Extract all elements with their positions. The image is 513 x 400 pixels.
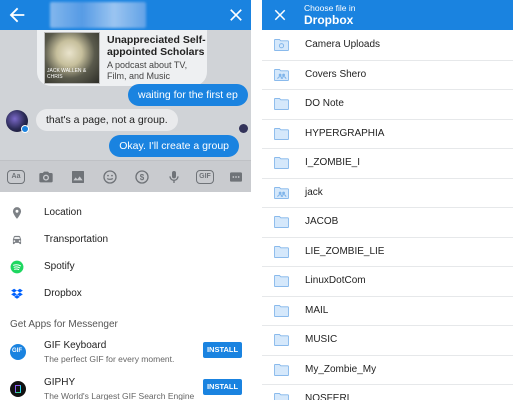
payment-icon[interactable]: $ — [134, 169, 150, 185]
folder-icon — [274, 245, 289, 258]
folder-row[interactable]: HYPERGRAPHIA — [262, 120, 513, 149]
folder-name: LinuxDotCom — [305, 275, 366, 286]
install-button[interactable]: INSTALL — [203, 379, 242, 395]
dropbox-file-chooser: Choose file in Dropbox Camera Uploads Cov… — [262, 0, 513, 400]
folder-icon — [274, 392, 289, 400]
camera-icon[interactable] — [38, 169, 54, 185]
folder-name: LIE_ZOMBIE_LIE — [305, 245, 385, 257]
menu-item-label: Dropbox — [44, 288, 82, 299]
aa-icon[interactable]: Aa — [7, 170, 25, 184]
spotify-icon — [10, 260, 24, 274]
messenger-pane: JACK WALLEN & CHRIS Unappreciated Self-a… — [0, 0, 251, 400]
folder-row[interactable]: Covers Shero — [262, 61, 513, 90]
gallery-icon[interactable] — [70, 169, 86, 185]
folder-row[interactable]: Camera Uploads — [262, 31, 513, 61]
menu-item-label: Spotify — [44, 261, 75, 272]
more-options-menu: Location Transportation Spotify Dropbox … — [0, 192, 251, 400]
close-icon[interactable] — [271, 6, 289, 24]
svg-text:$: $ — [140, 173, 145, 182]
gif-icon[interactable]: GIF — [196, 170, 214, 184]
menu-item-spotify[interactable]: Spotify — [0, 254, 251, 281]
menu-item-transportation[interactable]: Transportation — [0, 227, 251, 254]
location-pin-icon — [12, 207, 22, 219]
dropbox-icon — [11, 288, 23, 299]
folder-row[interactable]: LinuxDotCom — [262, 267, 513, 297]
folder-row[interactable]: JACOB — [262, 208, 513, 238]
menu-item-label: Transportation — [44, 234, 109, 245]
folder-icon — [274, 215, 289, 229]
composer-toolbar: Aa $ GIF — [0, 160, 251, 192]
folder-row[interactable]: My_Zombie_My — [262, 356, 513, 385]
folder-row[interactable]: jack — [262, 179, 513, 208]
folder-name: DO Note — [305, 98, 344, 109]
app-description: The World's Largest GIF Search Engine — [44, 391, 195, 400]
shared-folder-icon — [274, 186, 289, 199]
back-arrow-icon[interactable] — [6, 4, 28, 26]
folder-icon — [274, 97, 289, 111]
folder-icon — [274, 156, 289, 170]
folder-row[interactable]: I_ZOMBIE_I — [262, 149, 513, 179]
app-description: The perfect GIF for every moment. — [44, 354, 175, 364]
folder-row[interactable]: MUSIC — [262, 326, 513, 356]
menu-item-label: Location — [44, 207, 82, 218]
emoji-icon[interactable] — [102, 169, 118, 185]
folder-row[interactable]: DO Note — [262, 90, 513, 120]
link-preview-title: Unappreciated Self-appointed Scholars — [107, 34, 206, 58]
folder-name: NOSFERI — [305, 393, 350, 400]
thumbnail-caption: JACK WALLEN & CHRIS — [47, 68, 87, 80]
chat-thread: JACK WALLEN & CHRIS Unappreciated Self-a… — [0, 30, 251, 186]
folder-name: MUSIC — [305, 334, 338, 345]
car-icon — [12, 235, 22, 245]
header-title: Dropbox — [304, 13, 354, 27]
folder-row[interactable]: NOSFERI — [262, 385, 513, 400]
folder-name: Covers Shero — [305, 68, 367, 80]
app-row-gif-keyboard: GIF GIF Keyboard The perfect GIF for eve… — [0, 338, 251, 374]
folder-icon — [274, 274, 289, 288]
folder-row[interactable]: MAIL — [262, 297, 513, 326]
folder-icon — [274, 333, 289, 347]
link-preview-description: A podcast about TV, Film, and Music — [107, 60, 188, 81]
more-icon[interactable] — [228, 169, 244, 185]
apps-section-heading: Get Apps for Messenger — [10, 319, 118, 330]
folder-icon — [274, 127, 289, 140]
app-row-giphy: GIPHY The World's Largest GIF Search Eng… — [0, 375, 251, 400]
link-preview-thumbnail: JACK WALLEN & CHRIS — [44, 32, 100, 84]
close-icon[interactable] — [226, 5, 246, 25]
giphy-icon — [10, 381, 26, 397]
outgoing-message[interactable]: Okay. I'll create a group — [109, 135, 239, 157]
folder-row[interactable]: LIE_ZOMBIE_LIE — [262, 238, 513, 267]
folder-name: JACOB — [305, 216, 339, 227]
outgoing-message[interactable]: waiting for the first ep — [128, 84, 248, 106]
shared-folder-icon — [274, 68, 289, 81]
folder-name: jack — [305, 186, 323, 198]
seen-avatar — [239, 124, 248, 133]
folder-icon — [274, 363, 289, 376]
folder-name: I_ZOMBIE_I — [305, 157, 361, 168]
messenger-badge-icon — [21, 125, 29, 133]
app-name: GIF Keyboard — [44, 340, 107, 351]
install-button[interactable]: INSTALL — [203, 342, 242, 358]
menu-item-dropbox[interactable]: Dropbox — [0, 281, 251, 308]
incoming-message[interactable]: that's a page, not a group. — [36, 109, 178, 131]
gif-keyboard-icon: GIF — [10, 344, 26, 360]
conversation-header — [0, 0, 251, 30]
contact-name-blurred[interactable] — [50, 2, 146, 28]
folder-name: My_Zombie_My — [305, 363, 377, 375]
folder-icon — [274, 304, 289, 317]
camera-folder-icon — [274, 38, 289, 52]
chooser-header: Choose file in Dropbox — [262, 0, 513, 30]
folder-name: Camera Uploads — [305, 39, 381, 50]
folder-name: HYPERGRAPHIA — [305, 127, 385, 139]
app-name: GIPHY — [44, 377, 76, 388]
microphone-icon[interactable] — [166, 169, 182, 185]
header-subtitle: Choose file in — [304, 3, 356, 13]
menu-item-location[interactable]: Location — [0, 200, 251, 227]
folder-name: MAIL — [305, 304, 329, 316]
